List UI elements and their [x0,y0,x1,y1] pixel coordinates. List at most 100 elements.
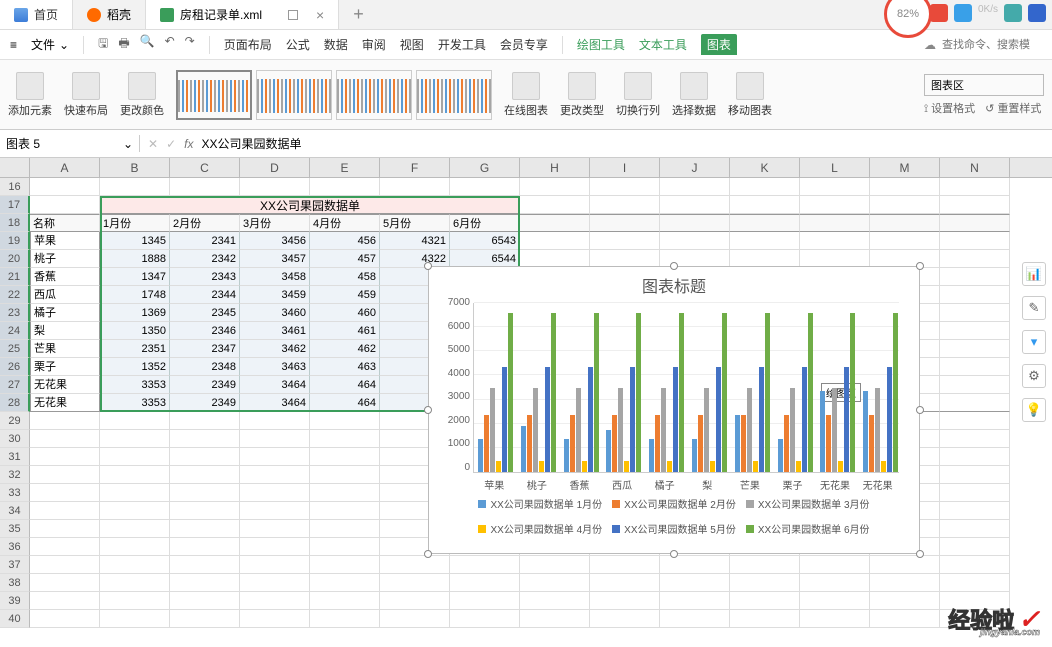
funnel-icon[interactable]: ▾ [1022,330,1046,354]
reset-style-button[interactable]: ↺ 重置样式 [985,100,1041,116]
row-header-33[interactable]: 33 [0,484,30,502]
table-cell[interactable]: 栗子 [30,358,100,376]
legend-item[interactable]: XX公司果园数据单 4月份 [478,521,602,536]
ribbon-switch-rowcol[interactable]: 切换行列 [616,72,660,118]
row-header-32[interactable]: 32 [0,466,30,484]
blue-app-icon[interactable] [954,4,972,22]
table-cell[interactable]: 1369 [100,304,170,322]
table-cell[interactable]: 2348 [170,358,240,376]
row-header-24[interactable]: 24 [0,322,30,340]
resize-handle-br[interactable] [916,550,924,558]
table-cell[interactable]: 2349 [170,376,240,394]
redo-icon[interactable]: ↷ [185,34,195,55]
table-cell[interactable]: 3462 [240,340,310,358]
table-cell[interactable]: 3456 [240,232,310,250]
table-cell[interactable]: 苹果 [30,232,100,250]
close-tab-icon[interactable]: × [316,7,324,23]
row-header-17[interactable]: 17 [0,196,30,214]
table-cell[interactable]: 橘子 [30,304,100,322]
table-cell[interactable]: 457 [310,250,380,268]
col-header-J[interactable]: J [660,158,730,177]
table-cell[interactable]: 460 [310,304,380,322]
chevron-down-icon[interactable]: ⌄ [123,137,133,151]
table-cell[interactable]: 桃子 [30,250,100,268]
table-cell[interactable]: 6543 [450,232,520,250]
table-cell[interactable]: 2349 [170,394,240,412]
row-header-31[interactable]: 31 [0,448,30,466]
col-header-M[interactable]: M [870,158,940,177]
row-header-30[interactable]: 30 [0,430,30,448]
table-cell[interactable]: 3459 [240,286,310,304]
table-cell[interactable]: 463 [310,358,380,376]
ribbon-change-type[interactable]: 更改类型 [560,72,604,118]
row-header-19[interactable]: 19 [0,232,30,250]
row-header-23[interactable]: 23 [0,304,30,322]
row-header-16[interactable]: 16 [0,178,30,196]
ribbon-select-data[interactable]: 选择数据 [672,72,716,118]
col-header-D[interactable]: D [240,158,310,177]
table-cell[interactable]: 461 [310,322,380,340]
menu-review[interactable]: 审阅 [362,36,386,53]
legend-item[interactable]: XX公司果园数据单 5月份 [612,521,736,536]
table-cell[interactable]: 1345 [100,232,170,250]
table-cell[interactable]: 梨 [30,322,100,340]
formula-input[interactable] [201,137,601,151]
search-input[interactable] [942,38,1042,52]
chart-object[interactable]: 图表标题 70006000500040003000200010000 绘图区 苹… [428,266,920,554]
row-header-20[interactable]: 20 [0,250,30,268]
col-header-I[interactable]: I [590,158,660,177]
table-cell[interactable]: 4321 [380,232,450,250]
table-cell[interactable]: 3353 [100,376,170,394]
chart-style-4[interactable] [416,70,492,120]
resize-handle-tm[interactable] [670,262,678,270]
table-cell[interactable]: 456 [310,232,380,250]
table-cell[interactable]: 1748 [100,286,170,304]
col-header-H[interactable]: H [520,158,590,177]
red-app-icon[interactable] [930,4,948,22]
undo-icon[interactable]: ↶ [165,34,175,55]
confirm-icon[interactable]: ✓ [166,137,176,151]
col-header-A[interactable]: A [30,158,100,177]
tab-add[interactable]: + [339,0,378,29]
chart-style-1[interactable] [176,70,252,120]
settings-gear-icon[interactable]: ⚙ [1022,364,1046,388]
row-header-27[interactable]: 27 [0,376,30,394]
row-header-26[interactable]: 26 [0,358,30,376]
ribbon-move-chart[interactable]: 移动图表 [728,72,772,118]
chart-area-selector[interactable]: 图表区 [924,74,1044,96]
menu-vip[interactable]: 会员专享 [500,36,548,53]
menu-data[interactable]: 数据 [324,36,348,53]
resize-handle-bl[interactable] [424,550,432,558]
row-header-34[interactable]: 34 [0,502,30,520]
ribbon-change-colors[interactable]: 更改颜色 [120,72,164,118]
menu-dev[interactable]: 开发工具 [438,36,486,53]
row-header-40[interactable]: 40 [0,610,30,628]
row-header-22[interactable]: 22 [0,286,30,304]
col-header-G[interactable]: G [450,158,520,177]
table-cell[interactable]: 3461 [240,322,310,340]
table-cell[interactable]: 3460 [240,304,310,322]
chart-title[interactable]: 图表标题 [429,267,919,299]
tab-docker[interactable]: 稻壳 [73,0,146,29]
plot-area[interactable]: 70006000500040003000200010000 绘图区 [473,303,899,473]
chart-elements-icon[interactable]: 📊 [1022,262,1046,286]
resize-handle-mr[interactable] [916,406,924,414]
brush-icon[interactable]: ✎ [1022,296,1046,320]
row-header-25[interactable]: 25 [0,340,30,358]
idea-bulb-icon[interactable]: 💡 [1022,398,1046,422]
file-menu[interactable]: 文件 ⌄ [31,36,69,53]
table-cell[interactable]: 3457 [240,250,310,268]
row-header-35[interactable]: 35 [0,520,30,538]
resize-handle-bm[interactable] [670,550,678,558]
select-all-corner[interactable] [0,158,30,177]
col-header-E[interactable]: E [310,158,380,177]
menu-formula[interactable]: 公式 [286,36,310,53]
table-cell[interactable]: 458 [310,268,380,286]
table-cell[interactable]: 459 [310,286,380,304]
menu-pagelayout[interactable]: 页面布局 [224,36,272,53]
menu-texttool[interactable]: 文本工具 [639,36,687,53]
row-header-18[interactable]: 18 [0,214,30,232]
tab-file[interactable]: 房租记录单.xml× [146,0,339,29]
window-icon[interactable] [288,10,298,20]
table-cell[interactable]: 3463 [240,358,310,376]
